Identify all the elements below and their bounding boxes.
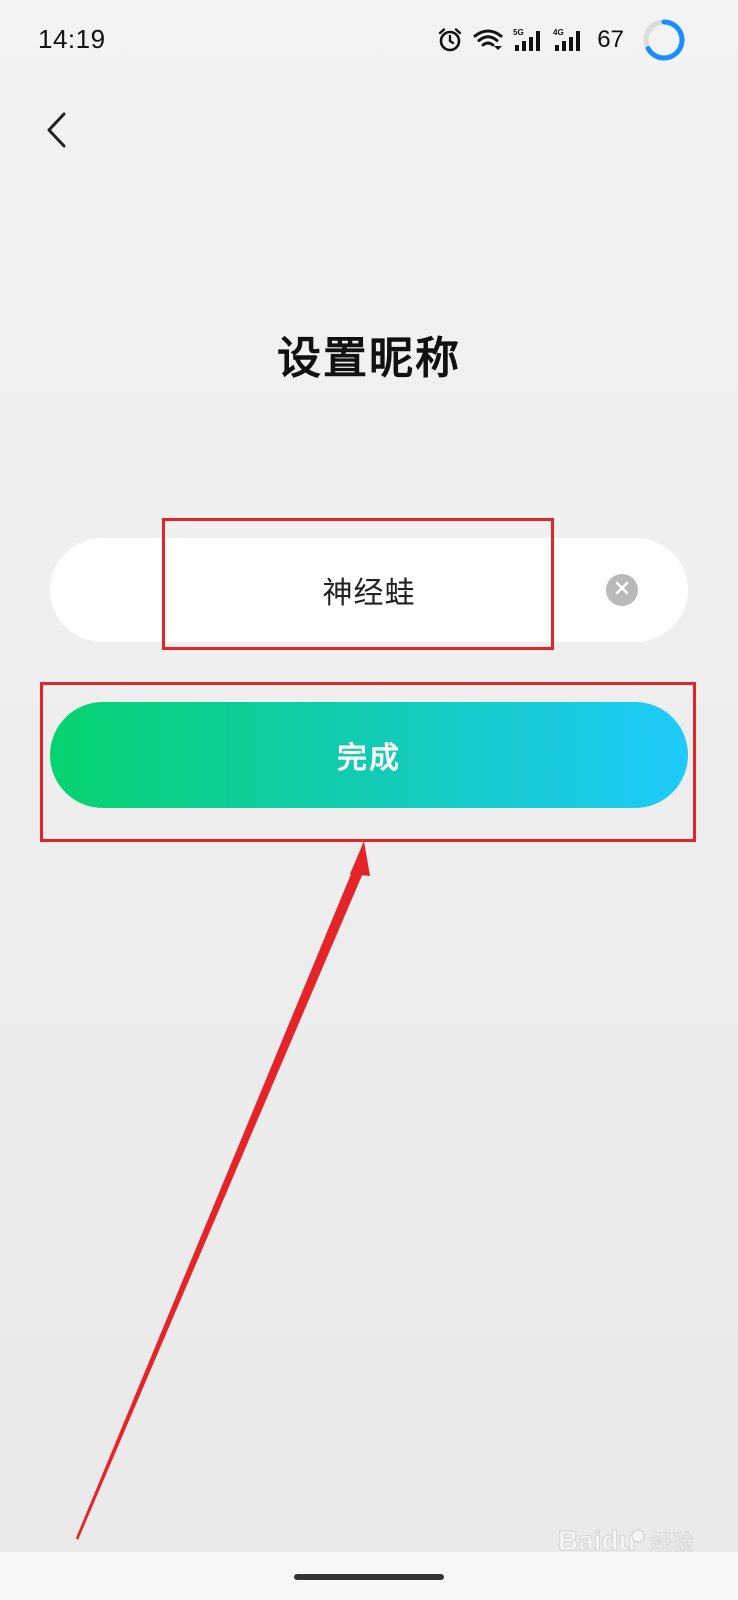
battery-level: 67 [597, 26, 624, 53]
done-button[interactable]: 完成 [50, 702, 688, 808]
home-indicator[interactable] [294, 1574, 444, 1580]
chevron-left-icon [44, 110, 68, 154]
back-button[interactable] [28, 104, 84, 160]
svg-text:5G: 5G [513, 28, 524, 37]
clear-circle-icon [614, 580, 630, 600]
status-icons: 5G 4G 67 [437, 18, 686, 62]
done-button-label: 完成 [337, 741, 401, 776]
status-time: 14:19 [38, 24, 106, 54]
nickname-input[interactable]: 神经蛙 [50, 538, 688, 642]
clear-input-button[interactable] [606, 574, 638, 606]
bottom-navigation-bar [0, 1552, 738, 1600]
svg-text:4G: 4G [553, 28, 564, 37]
nickname-value[interactable]: 神经蛙 [323, 568, 416, 612]
alarm-icon [437, 27, 463, 53]
status-bar: 14:19 5G 4G 67 [0, 0, 738, 84]
signal-4g-icon: 4G [553, 27, 583, 53]
signal-5g-icon: 5G [513, 27, 543, 53]
wifi-icon [473, 28, 503, 52]
battery-ring-icon [642, 18, 686, 62]
page-title: 设置昵称 [277, 333, 461, 384]
